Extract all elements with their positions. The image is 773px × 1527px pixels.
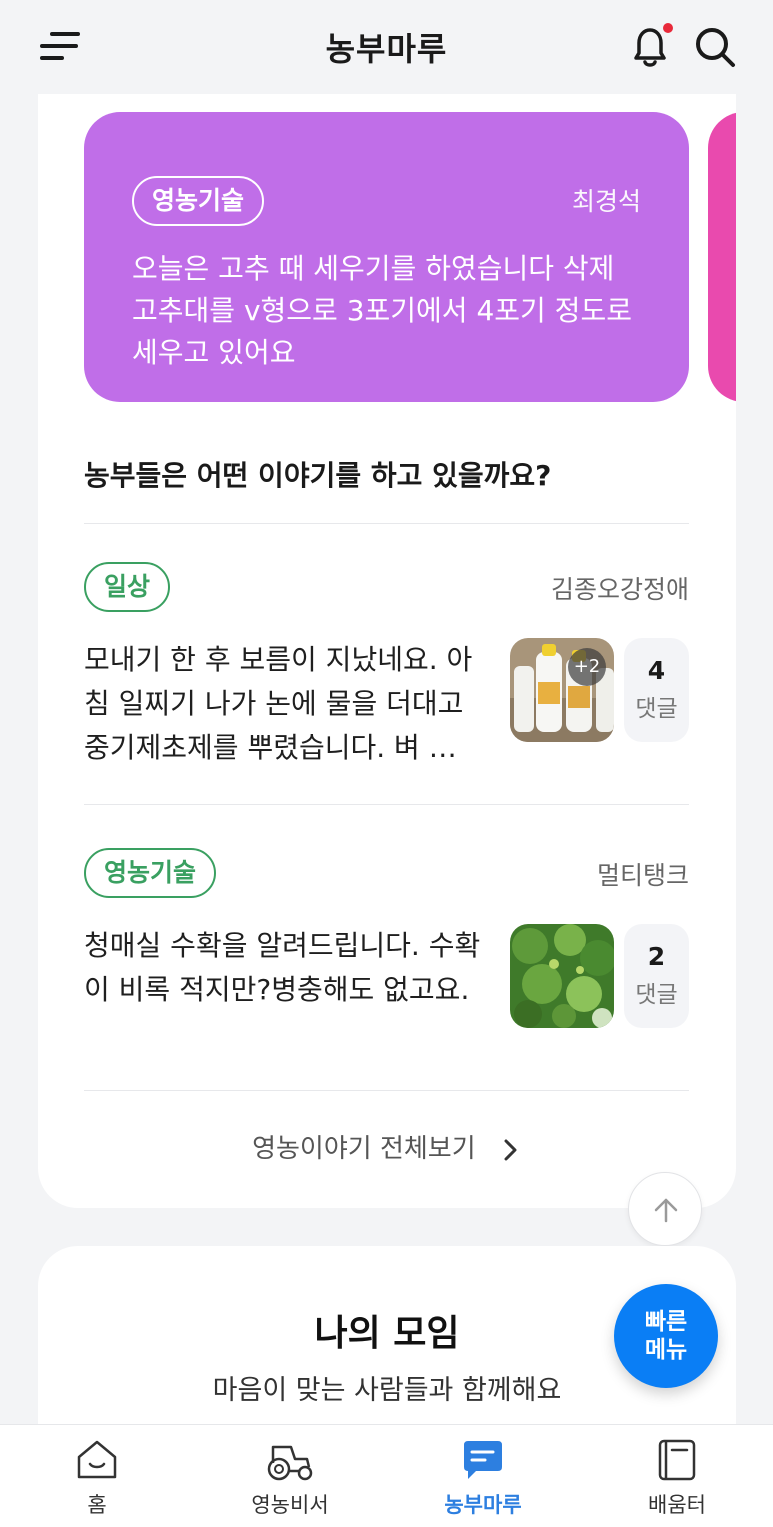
comment-count: 2: [647, 942, 666, 971]
post-body: 모내기 한 후 보름이 지났네요. 아침 일찌기 나가 논에 물을 더대고 중기…: [84, 643, 473, 764]
featured-text: 오늘은 고추 때 세우기를 하였습니다 삭제 고추대를 v형으로 3포기에서 4…: [132, 252, 632, 369]
plum-tree-photo: [510, 924, 614, 1028]
tractor-icon: [267, 1445, 313, 1481]
app-header: 농부마루: [0, 0, 773, 94]
post-author: 김종오강정애: [550, 575, 689, 604]
section-title: 농부들은 어떤 이야기를 하고 있을까요?: [84, 459, 552, 492]
post-thumbnail[interactable]: +2: [510, 638, 614, 742]
next-featured-card[interactable]: [708, 112, 736, 402]
nav-label: 농부마루: [444, 1493, 522, 1517]
quick-menu-label-line2: 메뉴: [644, 1337, 688, 1363]
post-category-tag: 일상: [84, 562, 171, 612]
bottom-navigation: 홈 영농비서 농부마루 배움터: [0, 1424, 773, 1527]
search-icon[interactable]: [692, 24, 738, 70]
featured-author: 최경석: [571, 187, 641, 216]
nav-label: 배움터: [648, 1493, 706, 1517]
comment-label: 댓글: [635, 696, 678, 722]
featured-category-badge: 영농기술: [132, 176, 265, 226]
quick-menu-button[interactable]: 빠른 메뉴: [614, 1284, 718, 1388]
farmer-story-section: 영농기술 최경석 오늘은 고추 때 세우기를 하였습니다 삭제 고추대를 v형으…: [38, 94, 736, 1208]
view-all-label: 영농이야기 전체보기: [252, 1134, 476, 1164]
chevron-right-icon: [504, 1139, 517, 1160]
nav-farm-assistant[interactable]: 영농비서: [210, 1437, 370, 1519]
divider: [84, 804, 689, 805]
comment-count-box: 4 댓글: [624, 638, 689, 742]
scroll-to-top-button[interactable]: [628, 1172, 702, 1246]
comment-count-box: 2 댓글: [624, 924, 689, 1028]
quick-menu-label-line1: 빠른: [644, 1309, 688, 1335]
nav-label: 영농비서: [251, 1493, 329, 1517]
view-all-stories-link[interactable]: 영농이야기 전체보기: [38, 1128, 736, 1165]
divider: [84, 523, 689, 524]
post-item[interactable]: 일상 김종오강정애 모내기 한 후 보름이 지났네요. 아침 일찌기 나가 논에…: [84, 562, 689, 792]
divider: [84, 1090, 689, 1091]
comment-count: 4: [647, 656, 666, 685]
featured-post-card[interactable]: 영농기술 최경석 오늘은 고추 때 세우기를 하였습니다 삭제 고추대를 v형으…: [84, 112, 689, 402]
chat-icon: [464, 1441, 502, 1479]
post-thumbnail[interactable]: [510, 924, 614, 1028]
nav-label: 홈: [87, 1493, 107, 1517]
comment-label: 댓글: [635, 982, 678, 1008]
arrow-up-icon: [654, 1198, 678, 1223]
post-category-tag: 영농기술: [84, 848, 217, 898]
post-author: 멀티탱크: [596, 861, 689, 890]
nav-farmer-maru[interactable]: 농부마루: [403, 1437, 563, 1519]
notification-bell-icon[interactable]: [628, 22, 674, 72]
book-icon: [658, 1439, 696, 1481]
nav-home[interactable]: 홈: [17, 1437, 177, 1519]
notification-dot: [663, 23, 673, 33]
home-icon: [77, 1440, 117, 1479]
post-body: 청매실 수확을 알려드립니다. 수확이 비록 적지만?병충해도 없고요.: [84, 929, 481, 1006]
more-images-badge: +2: [568, 648, 606, 686]
post-item[interactable]: 영농기술 멀티탱크 청매실 수확을 알려드립니다. 수확이 비록 적지만?병충해…: [84, 848, 689, 1078]
nav-learning[interactable]: 배움터: [597, 1437, 757, 1519]
